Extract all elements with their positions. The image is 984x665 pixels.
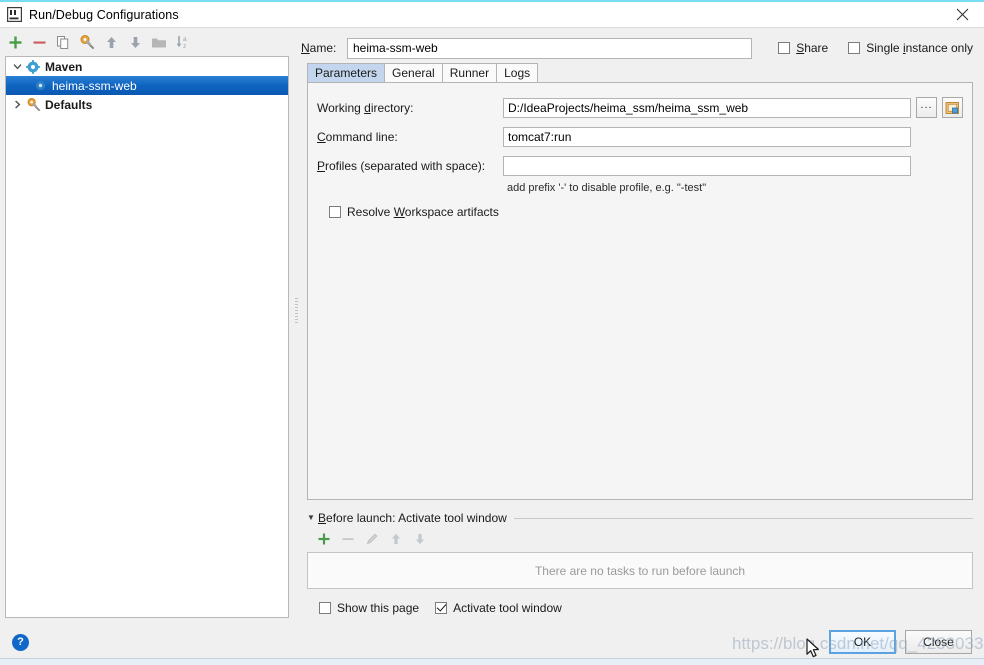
taskbar-strip	[0, 658, 984, 665]
splitter-grip-icon	[295, 298, 298, 324]
working-directory-input[interactable]	[503, 97, 911, 118]
name-row: Name: Share Single instance only	[301, 28, 973, 62]
show-this-page-checkbox[interactable]: Show this page	[319, 601, 419, 615]
dialog-body: a z Maven heima-ssm-web Defaults Name: h…	[0, 28, 984, 618]
task-move-up-button[interactable]	[387, 530, 405, 548]
bottom-checkboxes: Show this page Activate tool window	[319, 601, 973, 615]
collapse-triangle-icon[interactable]: ▼	[307, 514, 318, 522]
move-up-button[interactable]	[100, 31, 122, 53]
svg-text:z: z	[183, 43, 186, 50]
name-input[interactable]	[347, 37, 752, 59]
ok-button[interactable]: OK	[829, 630, 896, 654]
create-folder-button[interactable]	[148, 31, 170, 53]
chevron-right-icon[interactable]	[10, 97, 25, 112]
profiles-row: Profiles (separated with space):	[317, 156, 963, 176]
run-debug-configurations-dialog: Run/Debug Configurations a z Maven heima…	[0, 0, 984, 665]
resolve-workspace-artifacts-checkbox[interactable]: Resolve Workspace artifacts	[329, 205, 963, 219]
add-configuration-button[interactable]	[4, 31, 26, 53]
name-label: Name:	[301, 41, 337, 55]
before-launch-section: ▼ Before launch: Activate tool window Th…	[307, 510, 973, 615]
title-bar: Run/Debug Configurations	[0, 2, 984, 28]
working-directory-label: Working directory:	[317, 100, 414, 115]
maven-config-icon	[32, 78, 48, 94]
edit-task-button[interactable]	[363, 530, 381, 548]
tree-node-heima-ssm-web[interactable]: heima-ssm-web	[6, 76, 288, 95]
move-down-button[interactable]	[124, 31, 146, 53]
before-launch-header[interactable]: ▼ Before launch: Activate tool window	[307, 510, 973, 526]
command-line-row: Command line:	[317, 127, 963, 147]
configurations-pane: a z Maven heima-ssm-web Defaults	[0, 28, 292, 618]
share-checkbox-box[interactable]	[778, 42, 791, 54]
task-move-down-button[interactable]	[411, 530, 429, 548]
before-launch-title: Before launch: Activate tool window	[318, 511, 507, 525]
profiles-label: Profiles (separated with space):	[317, 159, 486, 173]
tree-node-defaults[interactable]: Defaults	[6, 95, 288, 114]
activate-tool-window-checkbox-box[interactable]	[435, 602, 448, 614]
configurations-tree[interactable]: Maven heima-ssm-web Defaults	[5, 56, 289, 618]
single-instance-only-checkbox-box[interactable]	[848, 42, 861, 54]
activate-tool-window-label: Activate tool window	[453, 601, 562, 615]
tree-toolbar: a z	[0, 28, 292, 56]
empty-task-message: There are no tasks to run before launch	[534, 563, 746, 578]
show-this-page-checkbox-box[interactable]	[319, 602, 331, 614]
tab-parameters[interactable]: Parameters	[307, 63, 386, 82]
working-directory-row: Working directory: ...	[317, 97, 963, 118]
tree-node-label: Maven	[45, 59, 83, 74]
sort-configurations-button[interactable]: a z	[172, 31, 194, 53]
parameters-tab-panel: Working directory: ... Command li	[307, 82, 973, 500]
command-line-input[interactable]	[503, 127, 911, 147]
module-folder-button[interactable]	[942, 97, 963, 118]
activate-tool-window-checkbox[interactable]: Activate tool window	[435, 601, 562, 615]
chevron-down-icon[interactable]	[10, 59, 25, 74]
svg-text:a: a	[183, 36, 187, 43]
profiles-hint: add prefix '-' to disable profile, e.g. …	[507, 182, 707, 194]
single-instance-only-checkbox[interactable]: Single instance only	[848, 41, 973, 55]
edit-templates-button[interactable]	[76, 31, 98, 53]
tree-node-label: heima-ssm-web	[52, 78, 137, 93]
profiles-input[interactable]	[503, 156, 911, 176]
editor-tabs: Parameters General Runner Logs	[307, 62, 973, 82]
show-this-page-label: Show this page	[337, 601, 420, 615]
browse-directory-button[interactable]: ...	[916, 97, 937, 118]
resolve-workspace-artifacts-checkbox-box[interactable]	[329, 206, 341, 218]
ellipsis-icon: ...	[920, 99, 933, 111]
tab-runner[interactable]: Runner	[441, 63, 498, 82]
before-launch-task-list[interactable]: There are no tasks to run before launch	[307, 552, 973, 589]
pane-splitter[interactable]	[292, 28, 301, 618]
close-button[interactable]: Close	[905, 630, 972, 654]
tab-general[interactable]: General	[384, 63, 443, 82]
maven-gear-icon	[25, 59, 41, 75]
command-line-label: Command line:	[317, 130, 398, 144]
add-task-button[interactable]	[315, 530, 333, 548]
help-question-icon[interactable]: ?	[12, 633, 29, 651]
share-checkbox-label: Share	[796, 41, 829, 55]
close-icon[interactable]	[940, 2, 984, 26]
section-divider	[513, 517, 973, 519]
defaults-wrench-icon	[25, 97, 41, 113]
remove-configuration-button[interactable]	[28, 31, 50, 53]
copy-configuration-button[interactable]	[52, 31, 74, 53]
resolve-workspace-artifacts-label: Resolve Workspace artifacts	[347, 205, 499, 219]
single-instance-only-checkbox-label: Single instance only	[866, 41, 973, 55]
before-launch-toolbar	[307, 526, 973, 552]
tab-logs[interactable]: Logs	[496, 63, 539, 82]
window-title: Run/Debug Configurations	[29, 7, 179, 22]
remove-task-button[interactable]	[339, 530, 357, 548]
intellij-idea-icon	[7, 7, 22, 22]
tree-node-label: Defaults	[45, 97, 93, 112]
configuration-editor-pane: Name: Share Single instance only Paramet…	[301, 28, 984, 618]
tree-node-maven[interactable]: Maven	[6, 57, 288, 76]
share-checkbox[interactable]: Share	[778, 41, 828, 55]
